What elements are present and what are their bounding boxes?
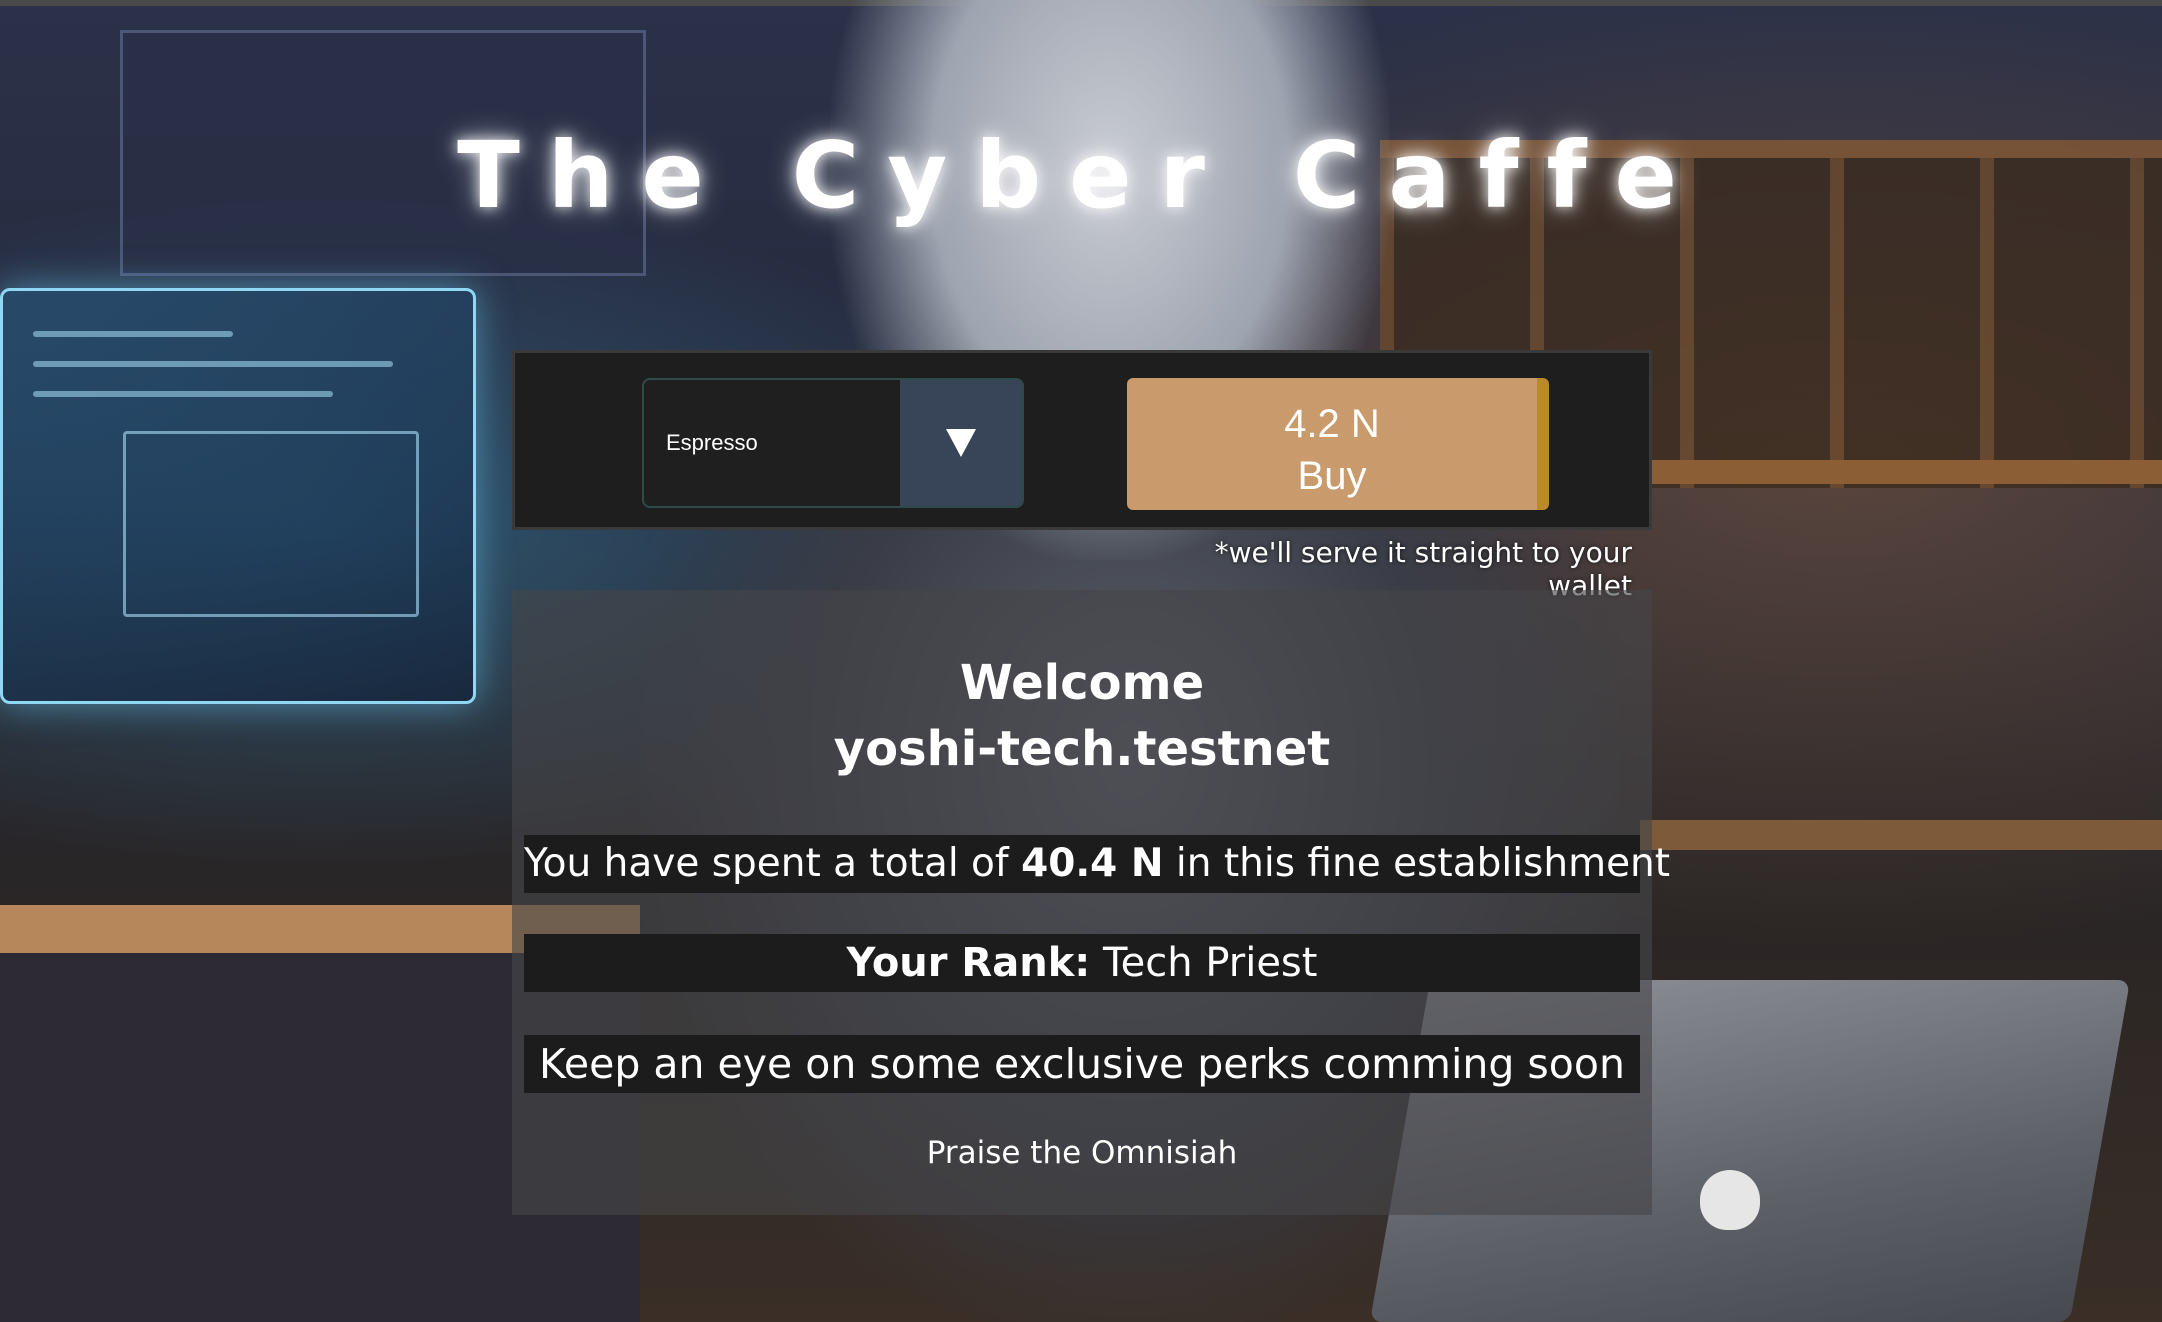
monitor-line [33,361,393,367]
monitor-line [33,391,333,397]
buy-price: 4.2 N [1284,401,1380,446]
order-bar: Espresso 4.2 N Buy [512,350,1652,530]
rank-value: Tech Priest [1103,940,1318,986]
triangle-down-icon [946,429,976,457]
welcome-heading: Welcome yoshi-tech.testnet [512,650,1652,782]
spent-prefix: You have spent a total of [524,841,1009,886]
drink-select-value: Espresso [666,430,758,455]
perks-row: Keep an eye on some exclusive perks comm… [524,1035,1640,1093]
praise-text: Praise the Omnisiah [926,1135,1238,1171]
cafe-page: The Cyber Caffe Espresso 4.2 N Buy *we'l… [0,0,2162,1322]
monitor-window [123,431,419,617]
drink-select[interactable]: Espresso [642,378,1024,508]
spent-suffix: in this fine establishment [1175,841,1671,886]
buy-button[interactable]: 4.2 N Buy [1127,378,1549,510]
background-holo-monitor [0,288,476,704]
page-title: The Cyber Caffe [457,122,1705,229]
buy-label: Buy [1297,453,1367,498]
rank-label: Your Rank: [846,940,1091,986]
spent-amount: 40.4 N [1021,841,1164,886]
account-name: yoshi-tech.testnet [833,721,1331,777]
welcome-panel: Welcome yoshi-tech.testnet You have spen… [512,590,1670,1215]
laptop-logo-icon [1700,1170,1760,1230]
welcome-greeting: Welcome [959,655,1205,711]
rank-row: Your Rank: Tech Priest [524,934,1640,992]
monitor-line [33,331,233,337]
background-counter-right [1640,820,2162,850]
total-spent-row: You have spent a total of 40.4 N in this… [524,835,1670,893]
drink-select-arrow[interactable] [900,380,1022,506]
